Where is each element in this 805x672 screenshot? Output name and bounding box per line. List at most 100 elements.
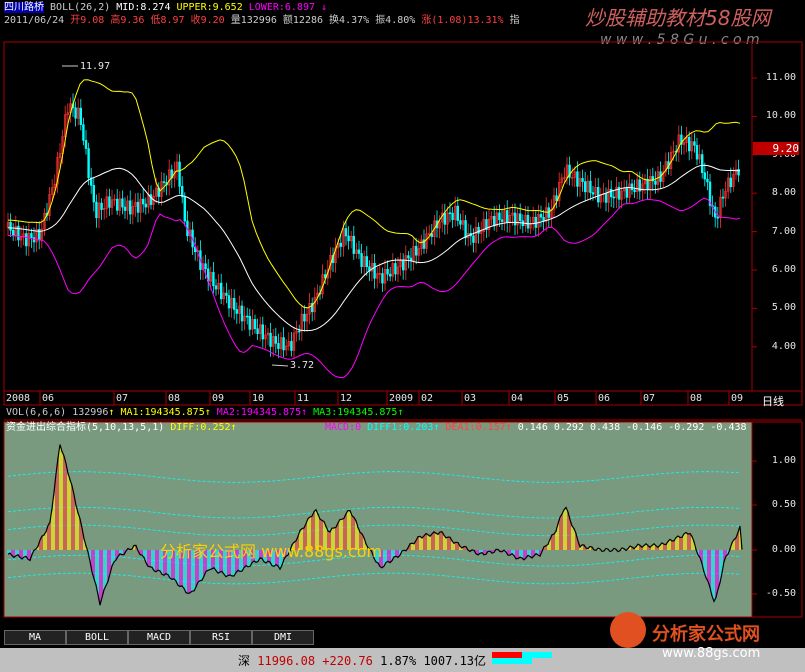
market-amount: 1007.13亿: [423, 654, 487, 668]
date-tick: 11: [297, 393, 310, 404]
price-layer: [6, 65, 741, 379]
low-marker: 3.72: [290, 360, 315, 371]
candle-body: [360, 253, 363, 267]
flower-logo-icon: [610, 612, 646, 648]
candle-body: [144, 203, 147, 208]
candle-body: [246, 315, 249, 318]
candle-body: [269, 332, 272, 347]
candle-body: [706, 178, 709, 183]
candle-body: [596, 186, 600, 203]
candle-body: [357, 249, 361, 254]
candle-body: [100, 202, 103, 210]
date-tick: 2008: [6, 393, 31, 404]
candle-body: [534, 216, 538, 228]
candle-body: [581, 178, 584, 182]
candle-body: [277, 343, 280, 349]
candle-body: [576, 171, 579, 187]
candle-body: [123, 206, 127, 211]
candle-body: [625, 187, 629, 198]
date-tick: 10: [252, 393, 265, 404]
candle-body: [235, 309, 238, 314]
watermark-bottom-url: www.88gs.com: [662, 646, 761, 661]
candle-body: [729, 177, 733, 187]
macd-diff1: DIFF1:0.203: [367, 422, 434, 433]
candle-body: [591, 192, 595, 195]
boll-lower-line: [7, 197, 741, 379]
tab-dmi[interactable]: DMI: [252, 630, 314, 645]
candle-body: [700, 154, 704, 173]
candle-body: [456, 205, 459, 221]
period-label[interactable]: 日线: [762, 393, 784, 409]
macd-values: 0.146 0.292 0.438 -0.146 -0.292 -0.438: [517, 422, 747, 433]
candle-body: [82, 124, 85, 141]
macd-dea: DEA1:0.157: [445, 422, 506, 433]
candle-body: [12, 230, 15, 236]
candle-body: [381, 273, 384, 284]
tab-boll[interactable]: BOLL: [66, 630, 128, 645]
candle-body: [227, 295, 231, 309]
candle-body: [633, 189, 636, 192]
price-tick: 5.00: [771, 302, 796, 314]
price-tick: 6.00: [771, 264, 796, 275]
macd-macd: MACD:0: [325, 422, 362, 433]
chart-canvas: [3, 41, 803, 618]
candle-body: [290, 341, 293, 351]
candle-body: [630, 183, 634, 191]
candle-body: [443, 212, 446, 225]
candle-body: [274, 336, 277, 344]
candle-body: [646, 178, 649, 190]
candle-body: [654, 180, 657, 185]
tab-macd[interactable]: MACD: [128, 630, 190, 645]
macd-label: 资金进出综合指标(5,10,13,5,1): [6, 422, 165, 433]
indicator-panel: [3, 421, 753, 618]
tab-rsi[interactable]: RSI: [190, 630, 252, 645]
candle-body: [477, 226, 480, 234]
candle-body: [108, 196, 111, 208]
candle-body: [92, 185, 96, 203]
market-delta: +220.76: [322, 654, 373, 668]
candle-body: [297, 330, 301, 333]
candle-body: [394, 263, 397, 275]
candle-body: [129, 200, 132, 215]
current-price-tag: 9.20: [753, 142, 799, 155]
candle-body: [253, 319, 257, 330]
market-name[interactable]: 深: [238, 654, 250, 668]
candle-body: [162, 181, 166, 183]
watermark-mid: 分析家公式网 www.88gs.com: [160, 542, 383, 561]
candle-body: [604, 193, 608, 203]
candle-body: [589, 180, 592, 193]
market-pct: 1.87%: [380, 654, 417, 668]
price-panel-frame: [3, 41, 753, 392]
candle-body: [261, 324, 264, 340]
candle-body: [407, 255, 410, 259]
candle-body: [505, 210, 509, 223]
date-tick: 02: [421, 393, 434, 404]
vol-ma1: MA1:194345.875: [120, 407, 205, 418]
price-tick: 11.00: [765, 72, 796, 83]
macd-info-2: MACD:0 DIFF1:0.203↑ DEA1:0.157↑ 0.146 0.…: [325, 422, 747, 433]
date-tick: 2009: [389, 393, 414, 404]
date-tick: 07: [643, 393, 656, 404]
candle-body: [79, 107, 83, 125]
candle-body: [136, 201, 140, 213]
candle-body: [339, 242, 342, 247]
date-tick: 09: [731, 393, 744, 404]
candle-body: [116, 198, 119, 211]
candle-body: [716, 216, 720, 219]
candle-body: [609, 188, 613, 198]
vol-ma2: MA2:194345.875: [216, 407, 302, 418]
indicator-tick: 1.00: [771, 455, 796, 466]
candle-body: [74, 107, 77, 119]
candle-body: [388, 273, 392, 277]
date-tick: 08: [168, 393, 181, 404]
candle-body: [687, 136, 691, 152]
vol-info: VOL(6,6,6) 132996↑ MA1:194345.875↑ MA2:1…: [6, 407, 404, 418]
candle-body: [9, 221, 12, 231]
breadth-bar: [492, 652, 552, 664]
date-tick: 08: [690, 393, 703, 404]
candle-body: [500, 219, 504, 222]
candle-body: [220, 282, 223, 300]
candle-body: [721, 196, 725, 199]
tab-ma[interactable]: MA: [4, 630, 66, 645]
candle-body: [352, 235, 355, 254]
